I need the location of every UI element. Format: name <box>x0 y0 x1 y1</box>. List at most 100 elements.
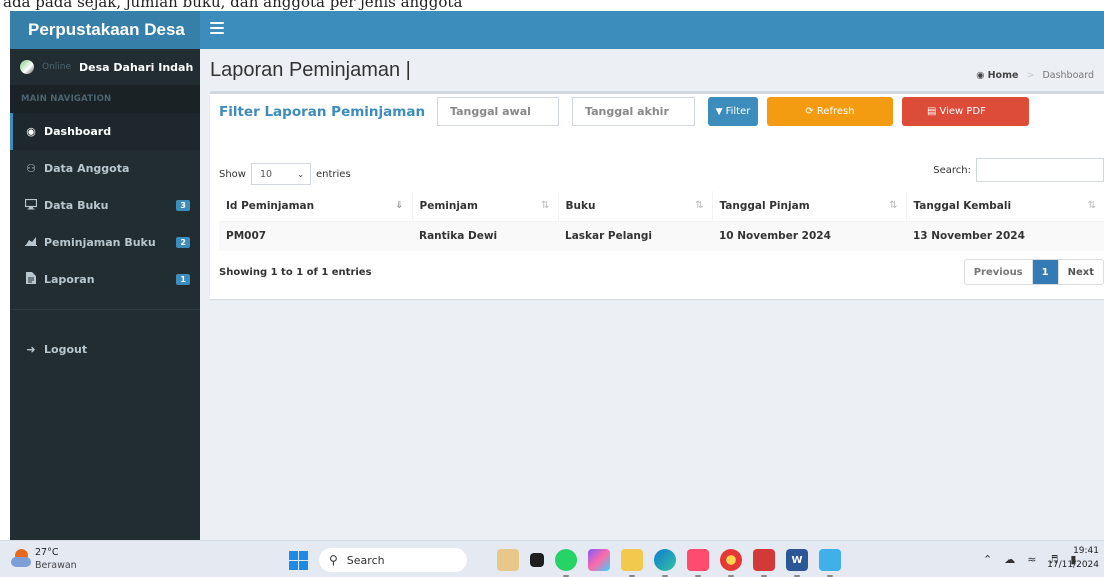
dashboard-icon: ◉ <box>26 125 36 138</box>
entries-value: 10 <box>259 168 273 180</box>
sidebar-item-label: Peminjaman Buku <box>44 236 156 249</box>
logout-link[interactable]: ➜ Logout <box>10 331 200 368</box>
file-explorer-icon[interactable] <box>621 549 643 577</box>
table-cell: 10 November 2024 <box>712 221 906 251</box>
table-info: Showing 1 to 1 of 1 entries <box>219 267 372 278</box>
sidebar-item-label: Laporan <box>44 273 95 286</box>
cloud-icon[interactable]: ☁ <box>1004 553 1015 566</box>
start-date-input[interactable]: Tanggal awal <box>437 97 559 126</box>
weather-icon <box>11 548 31 568</box>
sort-icon: ⇅ <box>695 200 704 211</box>
column-header[interactable]: Tanggal Kembali ⇅ <box>906 191 1104 222</box>
table-cell: Rantika Dewi <box>412 221 558 251</box>
brand-title: Perpustakaan Desa <box>28 20 185 39</box>
view-pdf-button[interactable]: ▤ View PDF <box>902 97 1029 126</box>
sidebar-item-label: Dashboard <box>44 125 112 138</box>
breadcrumb: ◉ Home > Dashboard <box>976 70 1094 81</box>
page-1-button[interactable]: 1 <box>1032 260 1058 284</box>
user-panel: Online Desa Dahari Indah <box>10 49 200 85</box>
online-status: Online <box>42 62 72 72</box>
app-window: Perpustakaan Desa Online Desa Dahari Ind… <box>10 11 1104 540</box>
sign-out-icon: ➜ <box>26 343 36 356</box>
document-text-strip: ada pada sejak, jumlah buku, dan anggota… <box>0 0 1104 11</box>
taskbar: 27°C Berawan ⚲ Search W ⌃ ☁ ≈ ♬ ▮ 19:41 … <box>0 540 1104 577</box>
sidebar: Perpustakaan Desa Online Desa Dahari Ind… <box>10 11 200 540</box>
clock-time: 19:41 <box>1073 546 1099 556</box>
entries-label: entries <box>315 168 351 180</box>
hamburger-menu-icon[interactable] <box>210 22 224 36</box>
windows-start-icon[interactable] <box>289 551 308 570</box>
filter-button-label: Filter <box>725 106 751 117</box>
temperature: 27°C <box>35 547 59 558</box>
table-row: PM007 Rantika Dewi Laskar Pelangi 10 Nov… <box>219 221 1104 251</box>
search-input[interactable] <box>976 158 1104 182</box>
end-date-input[interactable]: Tanggal akhir <box>572 97 695 126</box>
task-view-icon[interactable] <box>530 553 544 567</box>
entries-select[interactable]: 10 ⌄ <box>250 163 311 185</box>
whatsapp-icon[interactable] <box>555 549 577 577</box>
sidebar-item-peminjaman-buku[interactable]: Peminjaman Buku 2 <box>10 224 200 261</box>
logout-label: Logout <box>44 343 88 356</box>
report-box: Filter Laporan Peminjaman Tanggal awal T… <box>210 91 1104 299</box>
column-header[interactable]: Buku ⇅ <box>558 191 713 222</box>
deer-app-icon[interactable] <box>497 549 519 571</box>
clock-date: 17/11/2024 <box>1047 560 1099 570</box>
show-label: Show <box>219 168 246 180</box>
weather-widget[interactable]: 27°C Berawan <box>9 544 99 574</box>
weather-condition: Berawan <box>35 560 77 571</box>
app-icon[interactable] <box>687 549 709 577</box>
search-icon: ⚲ <box>329 553 338 567</box>
sidebar-item-laporan[interactable]: Laporan 1 <box>10 261 200 298</box>
column-header[interactable]: Id Peminjaman ⇓ <box>219 191 413 222</box>
taskbar-search-label: Search <box>346 553 385 567</box>
breadcrumb-home[interactable]: Home <box>988 70 1019 81</box>
column-header[interactable]: Tanggal Pinjam ⇅ <box>712 191 907 222</box>
taskbar-apps: W <box>497 549 852 577</box>
users-icon: ⚇ <box>26 162 36 175</box>
previous-button[interactable]: Previous <box>965 260 1033 284</box>
sidebar-item-data-anggota[interactable]: ⚇ Data Anggota <box>10 150 200 187</box>
file-icon <box>23 272 39 287</box>
xampp-icon[interactable] <box>753 549 775 577</box>
copilot-icon[interactable] <box>588 549 610 571</box>
chrome-browser-icon[interactable] <box>720 549 742 577</box>
document-text: ada pada sejak, jumlah buku, dan anggota… <box>3 0 463 11</box>
refresh-button-label: Refresh <box>816 106 855 117</box>
badge-count: 2 <box>176 237 190 248</box>
taskbar-search[interactable]: ⚲ Search <box>319 548 467 572</box>
table-search: Search: <box>933 158 1104 182</box>
edge-browser-icon[interactable] <box>654 549 676 577</box>
word-icon[interactable]: W <box>786 549 808 577</box>
content-header: Laporan Peminjaman | ◉ Home > Dashboard <box>200 49 1104 91</box>
filter-button[interactable]: ▼ Filter <box>708 97 758 126</box>
sidebar-item-label: Data Buku <box>44 199 109 212</box>
nav-header: MAIN NAVIGATION <box>10 85 200 113</box>
sidebar-item-data-buku[interactable]: Data Buku 3 <box>10 187 200 224</box>
column-header[interactable]: Peminjam ⇅ <box>412 191 559 222</box>
sort-asc-icon: ⇓ <box>395 200 404 211</box>
table-cell: Laskar Pelangi <box>558 221 712 251</box>
desktop-icon <box>23 198 39 213</box>
brand-logo[interactable]: Perpustakaan Desa <box>10 11 200 49</box>
filter-icon: ▼ <box>715 106 723 117</box>
system-clock[interactable]: 19:41 17/11/2024 <box>1047 544 1099 572</box>
chevron-down-icon: ⌄ <box>297 169 304 179</box>
sidebar-item-dashboard[interactable]: ◉ Dashboard <box>10 113 200 150</box>
table-cell: 13 November 2024 <box>906 221 1104 251</box>
user-name: Desa Dahari Indah <box>79 60 194 74</box>
search-label: Search: <box>933 164 971 176</box>
dashboard-icon: ◉ <box>976 70 985 81</box>
notepad-icon[interactable] <box>819 549 841 577</box>
table-header-row: Id Peminjaman ⇓ Peminjam ⇅ Buku ⇅ Tanggal P… <box>219 191 1104 222</box>
show-entries: Show 10 ⌄ entries <box>219 163 351 185</box>
breadcrumb-current: Dashboard <box>1042 70 1094 81</box>
next-button[interactable]: Next <box>1057 260 1103 284</box>
pagination: Previous 1 Next <box>963 259 1104 285</box>
chart-icon <box>23 236 39 249</box>
wifi-icon[interactable]: ≈ <box>1027 553 1036 566</box>
chevron-up-icon[interactable]: ⌃ <box>983 553 992 566</box>
refresh-icon: ⟳ <box>805 106 814 117</box>
top-navbar <box>200 11 1104 49</box>
badge-count: 1 <box>176 274 190 285</box>
refresh-button[interactable]: ⟳ Refresh <box>767 97 893 126</box>
